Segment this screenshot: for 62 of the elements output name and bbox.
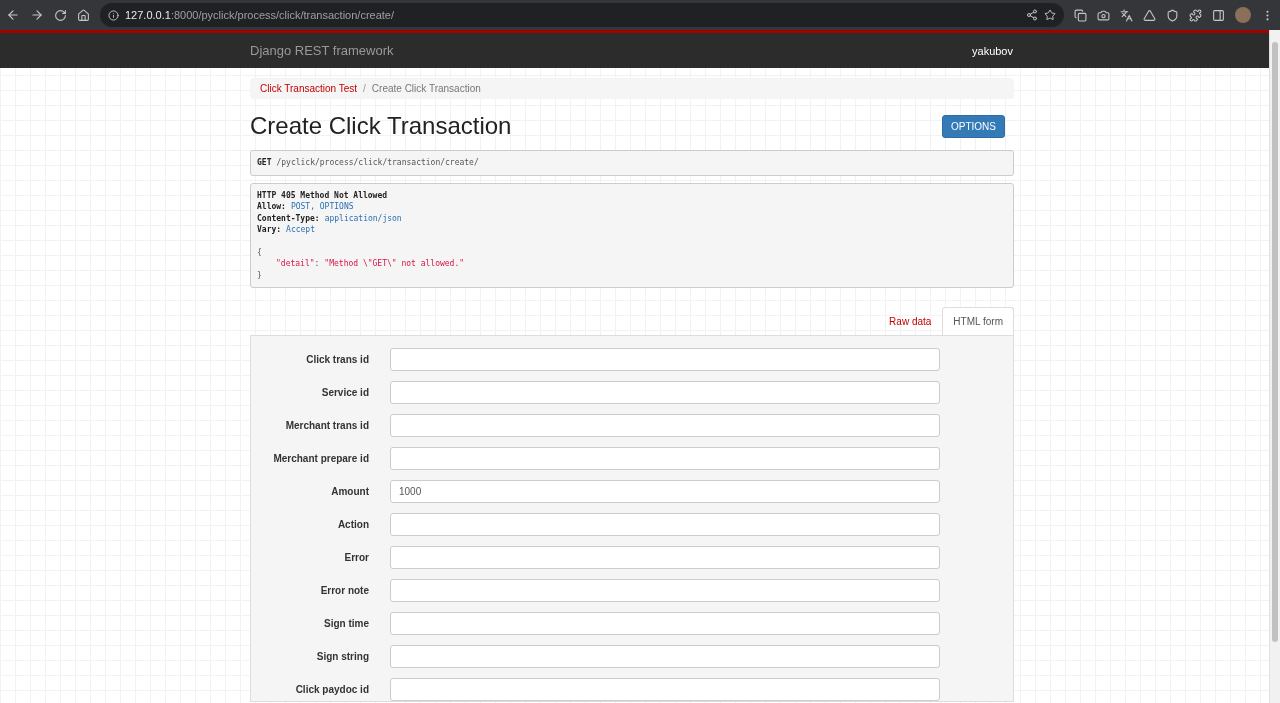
json-brace: } bbox=[257, 269, 262, 281]
scrollbar-thumb[interactable] bbox=[1272, 42, 1278, 642]
request-method: GET bbox=[257, 157, 272, 169]
share-icon[interactable] bbox=[1026, 9, 1038, 21]
home-icon[interactable] bbox=[77, 8, 90, 22]
side-panel-icon[interactable] bbox=[1212, 8, 1225, 22]
page-title: Create Click Transaction bbox=[250, 112, 512, 140]
input-field[interactable] bbox=[390, 513, 940, 536]
tab[interactable]: HTML form bbox=[942, 307, 1014, 335]
field-label: Merchant trans id bbox=[284, 420, 369, 431]
avatar[interactable] bbox=[1235, 7, 1251, 23]
field-label: Action bbox=[336, 519, 369, 530]
input-field[interactable]: 1000 bbox=[390, 480, 940, 503]
input-field[interactable] bbox=[390, 678, 940, 701]
input-field[interactable] bbox=[390, 447, 940, 470]
header-value: application/json bbox=[324, 212, 402, 224]
copy-icon[interactable] bbox=[1074, 8, 1087, 22]
reload-icon[interactable] bbox=[54, 8, 67, 22]
puzzle-icon[interactable] bbox=[1189, 8, 1202, 22]
input-field[interactable] bbox=[390, 348, 940, 371]
input-field[interactable] bbox=[390, 579, 940, 602]
field-label: Sign string bbox=[315, 651, 369, 662]
header-name: Allow: bbox=[257, 201, 286, 213]
translate-icon[interactable] bbox=[1120, 8, 1133, 22]
star-icon[interactable] bbox=[1044, 9, 1056, 21]
json-key: "detail" bbox=[276, 258, 315, 270]
tab[interactable]: Raw data bbox=[878, 307, 943, 335]
json-brace: { bbox=[257, 246, 262, 258]
breadcrumb-link[interactable]: Click Transaction Test bbox=[260, 83, 358, 94]
shield-icon[interactable] bbox=[1166, 8, 1179, 22]
field-label: Click paydoc id bbox=[294, 684, 369, 695]
back-icon[interactable] bbox=[6, 8, 20, 22]
address-bar[interactable]: 127.0.0.1:8000/pyclick/process/click/transaction/create/ bbox=[100, 3, 1064, 27]
breadcrumb-separator: / bbox=[363, 83, 366, 94]
breadcrumb-link[interactable]: Create Click Transaction bbox=[371, 83, 481, 94]
field-label: Sign time bbox=[323, 618, 369, 629]
options-button[interactable]: OPTIONS bbox=[942, 114, 1005, 138]
status-line: HTTP 405 Method Not Allowed bbox=[257, 189, 388, 201]
forward-icon[interactable] bbox=[30, 8, 44, 22]
header-value: Accept bbox=[286, 224, 315, 236]
header-name: Content-Type: bbox=[257, 212, 320, 224]
info-icon[interactable] bbox=[108, 9, 119, 21]
field-label: Click trans id bbox=[305, 354, 369, 365]
input-field[interactable] bbox=[390, 645, 940, 668]
json-colon: : bbox=[314, 258, 320, 270]
header-name: Vary: bbox=[257, 224, 282, 236]
header-value: POST, OPTIONS bbox=[290, 201, 354, 213]
field-label: Error note bbox=[319, 585, 369, 596]
field-label: Amount bbox=[330, 486, 369, 497]
input-field[interactable] bbox=[390, 612, 940, 635]
field-label: Merchant prepare id bbox=[272, 453, 369, 464]
field-label: Service id bbox=[320, 387, 369, 398]
input-field[interactable] bbox=[390, 546, 940, 569]
camera-icon[interactable] bbox=[1097, 8, 1110, 22]
brand-link[interactable]: Django REST framework bbox=[250, 43, 394, 58]
field-label: Error bbox=[343, 552, 369, 563]
input-field[interactable] bbox=[390, 414, 940, 437]
request-path: /pyclick/process/click/transaction/create/ bbox=[276, 157, 479, 169]
user-link[interactable]: yakubov bbox=[972, 44, 1013, 57]
input-field[interactable] bbox=[390, 381, 940, 404]
json-value: "Method \"GET\" not allowed." bbox=[324, 258, 465, 270]
triangle-icon[interactable] bbox=[1143, 8, 1156, 22]
